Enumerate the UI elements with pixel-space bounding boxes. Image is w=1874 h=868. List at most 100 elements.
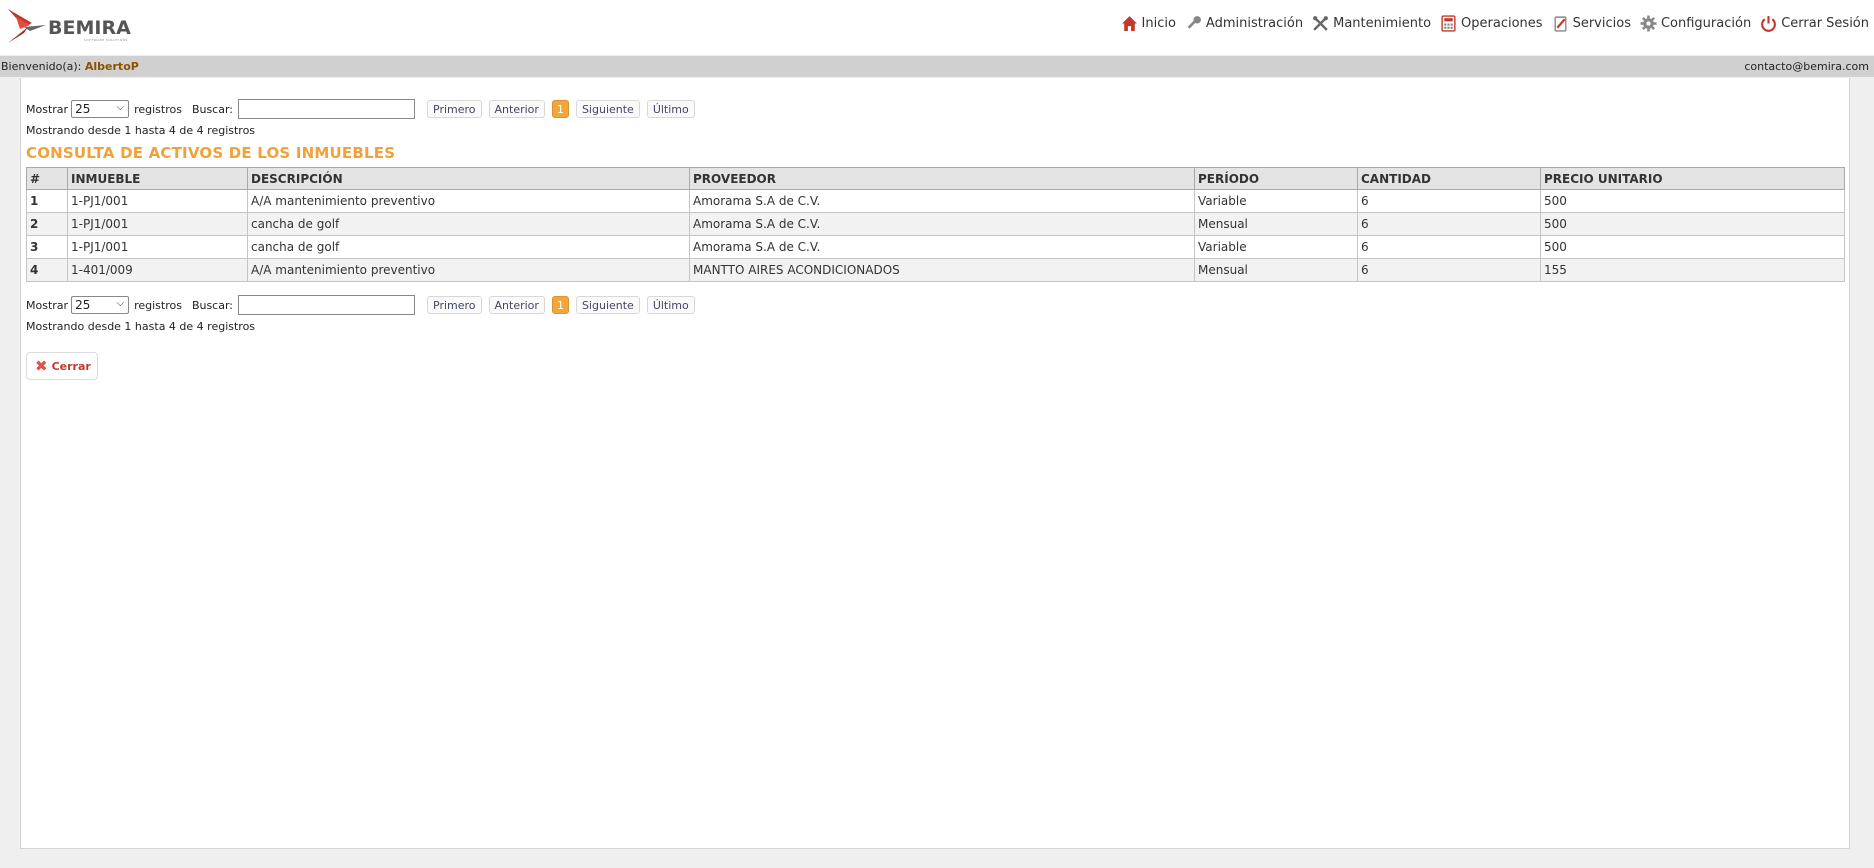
- logo-text: BEMIRA: [48, 17, 131, 39]
- search-input[interactable]: [238, 295, 416, 315]
- top-header: BEMIRA SOFTWARE SOLUTIONS Inicio Adminis…: [0, 0, 1874, 55]
- col-header-periodo[interactable]: PERÍODO: [1194, 167, 1358, 190]
- nav-label: Administración: [1205, 15, 1304, 31]
- user-name: AlbertoP: [84, 60, 139, 73]
- col-header-descripcion[interactable]: DESCRIPCIÓN: [247, 167, 690, 190]
- gear-icon: [1640, 15, 1657, 31]
- search-label: Buscar:: [191, 102, 234, 116]
- page-1-button[interactable]: 1: [551, 100, 569, 118]
- cell-precio-unitario: 155: [1540, 258, 1845, 282]
- records-label: registros: [134, 102, 182, 116]
- cell-periodo: Mensual: [1194, 212, 1358, 236]
- cell-number: 2: [26, 212, 68, 236]
- cell-inmueble: 1-PJ1/001: [67, 189, 248, 213]
- close-button[interactable]: ✖ Cerrar: [26, 352, 98, 380]
- bemira-logo[interactable]: BEMIRA SOFTWARE SOLUTIONS: [6, 5, 146, 47]
- chevron-down-icon: ⌵: [116, 298, 125, 309]
- logo-mark-icon: [8, 9, 46, 43]
- nav-label: Servicios: [1572, 15, 1631, 31]
- table-controls-bottom: Mostrar 25 ⌵ registros Buscar: Primero A…: [26, 294, 695, 316]
- cell-inmueble: 1-PJ1/001: [67, 212, 248, 236]
- col-header-inmueble[interactable]: INMUEBLE: [67, 167, 248, 190]
- table-row[interactable]: 1 1-PJ1/001 A/A mantenimiento preventivo…: [26, 189, 1845, 213]
- next-page-button[interactable]: Siguiente: [575, 296, 640, 314]
- cell-cantidad: 6: [1357, 212, 1541, 236]
- close-icon: ✖: [35, 356, 48, 375]
- cell-number: 4: [26, 258, 68, 282]
- table-row[interactable]: 4 1-401/009 A/A mantenimiento preventivo…: [26, 258, 1845, 282]
- nav-mantenimiento[interactable]: Mantenimiento: [1312, 15, 1431, 32]
- power-icon: [1761, 15, 1777, 32]
- clipboard-icon: [1554, 15, 1567, 32]
- table-row[interactable]: 3 1-PJ1/001 cancha de golf Amorama S.A d…: [26, 235, 1845, 259]
- prev-page-button[interactable]: Anterior: [488, 100, 545, 118]
- cell-precio-unitario: 500: [1540, 189, 1845, 213]
- table-row[interactable]: 2 1-PJ1/001 cancha de golf Amorama S.A d…: [26, 212, 1845, 236]
- close-label: Cerrar: [51, 359, 91, 373]
- records-label: registros: [134, 298, 182, 312]
- col-header-proveedor[interactable]: PROVEEDOR: [689, 167, 1195, 190]
- cell-proveedor: MANTTO AIRES ACONDICIONADOS: [689, 258, 1195, 282]
- nav-label: Cerrar Sesión: [1781, 15, 1869, 31]
- cell-number: 1: [26, 189, 68, 213]
- cell-periodo: Variable: [1194, 189, 1358, 213]
- contact-email: contacto@bemira.com: [1744, 60, 1869, 73]
- tools-icon: [1313, 15, 1329, 31]
- page-size-value: 25: [75, 102, 91, 116]
- nav-administracion[interactable]: Administración: [1185, 15, 1303, 32]
- records-info-top: Mostrando desde 1 hasta 4 de 4 registros: [26, 124, 256, 137]
- cell-cantidad: 6: [1357, 189, 1541, 213]
- welcome-text: Bienvenido(a): AlbertoP: [1, 60, 139, 73]
- nav-operaciones[interactable]: Operaciones: [1440, 14, 1543, 32]
- nav-label: Mantenimiento: [1333, 15, 1432, 31]
- cell-periodo: Mensual: [1194, 258, 1358, 282]
- cell-cantidad: 6: [1357, 258, 1541, 282]
- nav-cerrar-sesion[interactable]: Cerrar Sesión: [1760, 15, 1869, 32]
- nav-inicio[interactable]: Inicio: [1121, 15, 1176, 32]
- cell-number: 3: [26, 235, 68, 259]
- records-info-bottom: Mostrando desde 1 hasta 4 de 4 registros: [26, 320, 256, 333]
- first-page-button[interactable]: Primero: [427, 100, 482, 118]
- nav-configuracion[interactable]: Configuración: [1640, 15, 1751, 32]
- nav-label: Configuración: [1660, 15, 1752, 31]
- main-nav: Inicio Administración Mantenimiento Oper…: [1112, 13, 1869, 33]
- search-input[interactable]: [238, 99, 416, 119]
- cell-precio-unitario: 500: [1540, 235, 1845, 259]
- key-icon: [1187, 15, 1201, 29]
- cell-periodo: Variable: [1194, 235, 1358, 259]
- last-page-button[interactable]: Último: [646, 100, 695, 118]
- page-size-select[interactable]: 25 ⌵: [71, 296, 130, 314]
- cell-proveedor: Amorama S.A de C.V.: [689, 235, 1195, 259]
- cell-proveedor: Amorama S.A de C.V.: [689, 189, 1195, 213]
- table-header-row: # INMUEBLE DESCRIPCIÓN PROVEEDOR PERÍODO…: [26, 167, 1845, 190]
- col-header-precio-unitario[interactable]: PRECIO UNITARIO: [1540, 167, 1845, 190]
- chevron-down-icon: ⌵: [116, 102, 125, 113]
- welcome-bar: Bienvenido(a): AlbertoP contacto@bemira.…: [0, 56, 1874, 77]
- last-page-button[interactable]: Último: [646, 296, 695, 314]
- cell-descripcion: A/A mantenimiento preventivo: [247, 189, 690, 213]
- nav-label: Inicio: [1141, 15, 1176, 31]
- page-title: CONSULTA DE ACTIVOS DE LOS INMUEBLES: [26, 144, 396, 162]
- home-icon: [1121, 15, 1137, 31]
- nav-servicios[interactable]: Servicios: [1552, 15, 1631, 32]
- welcome-prefix: Bienvenido(a):: [1, 60, 82, 73]
- cell-precio-unitario: 500: [1540, 212, 1845, 236]
- col-header-cantidad[interactable]: CANTIDAD: [1357, 167, 1541, 190]
- page-size-select[interactable]: 25 ⌵: [71, 100, 130, 118]
- page-1-button[interactable]: 1: [551, 296, 569, 314]
- col-header-number[interactable]: #: [26, 167, 68, 190]
- cell-inmueble: 1-401/009: [67, 258, 248, 282]
- cell-descripcion: cancha de golf: [247, 235, 690, 259]
- calculator-icon: [1441, 14, 1456, 32]
- nav-label: Operaciones: [1461, 15, 1543, 31]
- prev-page-button[interactable]: Anterior: [488, 296, 545, 314]
- logo-subtitle: SOFTWARE SOLUTIONS: [84, 38, 128, 42]
- next-page-button[interactable]: Siguiente: [575, 100, 640, 118]
- table-controls-top: Mostrar 25 ⌵ registros Buscar: Primero A…: [26, 98, 695, 120]
- page-size-value: 25: [75, 298, 91, 312]
- first-page-button[interactable]: Primero: [427, 296, 482, 314]
- cell-proveedor: Amorama S.A de C.V.: [689, 212, 1195, 236]
- show-label: Mostrar: [26, 298, 69, 312]
- cell-descripcion: cancha de golf: [247, 212, 690, 236]
- search-label: Buscar:: [191, 298, 234, 312]
